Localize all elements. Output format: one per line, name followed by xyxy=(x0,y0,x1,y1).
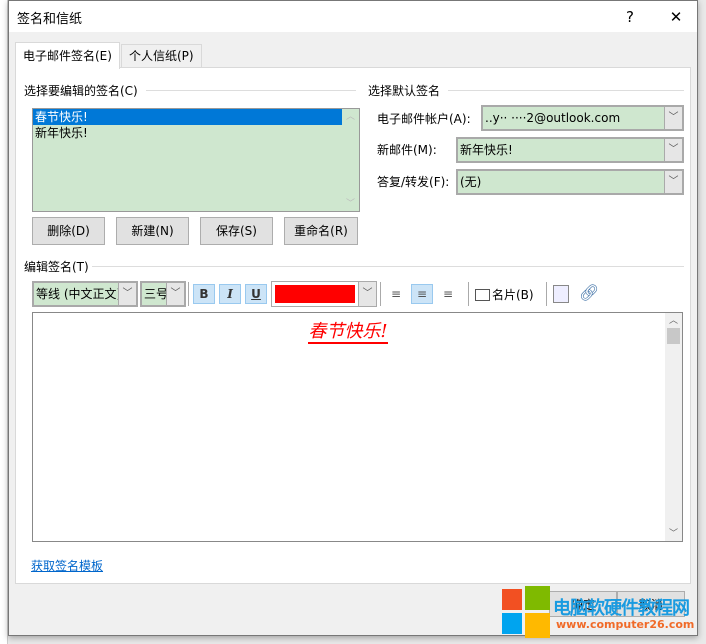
delete-button[interactable]: 删除(D) xyxy=(32,217,105,245)
font-value: 等线 (中文正文) xyxy=(36,287,122,301)
size-select[interactable]: 三号 ﹀ xyxy=(140,281,186,307)
insert-picture-icon[interactable] xyxy=(553,285,569,303)
dialog-title: 签名和信纸 xyxy=(17,12,83,27)
tab-personal-stationery[interactable]: 个人信纸(P) xyxy=(121,44,202,68)
chevron-down-icon: ﹀ xyxy=(664,139,682,161)
watermark-text: 电脑软硬件教程网 xyxy=(553,598,690,619)
new-message-label: 新邮件(M): xyxy=(377,143,437,157)
list-scrollbar[interactable]: ︿ ﹀ xyxy=(342,109,359,211)
list-item[interactable]: 春节快乐! xyxy=(33,109,342,125)
edit-signature-label: 编辑签名(T) xyxy=(24,260,89,274)
business-card-button[interactable]: 名片(B) xyxy=(475,286,534,303)
align-right-icon[interactable]: ≡ xyxy=(437,284,459,304)
reply-label: 答复/转发(F): xyxy=(377,175,450,189)
close-button[interactable]: ✕ xyxy=(661,5,691,29)
bold-button[interactable]: B xyxy=(193,284,215,304)
help-button[interactable]: ? xyxy=(615,5,645,29)
rename-button[interactable]: 重命名(R) xyxy=(284,217,358,245)
signature-content: 春节快乐! xyxy=(308,321,388,344)
new-button[interactable]: 新建(N) xyxy=(116,217,189,245)
business-card-icon xyxy=(475,289,490,301)
signatures-dialog: 签名和信纸 ? ✕ 电子邮件签名(E) 个人信纸(P) 选择要编辑的签名(C) … xyxy=(8,0,698,636)
chevron-down-icon: ﹀ xyxy=(664,107,682,129)
editor-scrollbar[interactable]: ︿ ﹀ xyxy=(665,313,682,541)
font-color-select[interactable]: ﹀ xyxy=(271,281,377,307)
watermark-url: www.computer26.com xyxy=(556,618,695,631)
align-left-icon[interactable]: ≡ xyxy=(385,284,407,304)
underline-button[interactable]: U xyxy=(245,284,267,304)
list-item[interactable]: 新年快乐! xyxy=(33,125,342,141)
signature-editor[interactable]: 春节快乐! ︿ ﹀ xyxy=(32,312,683,542)
business-card-label: 名片(B) xyxy=(492,288,534,302)
chevron-down-icon: ﹀ xyxy=(118,283,136,305)
font-select[interactable]: 等线 (中文正文) ﹀ xyxy=(32,281,138,307)
hyperlink-icon[interactable]: 🔗︎ xyxy=(579,283,599,302)
save-button[interactable]: 保存(S) xyxy=(200,217,273,245)
reply-select[interactable]: (无) ﹀ xyxy=(456,169,684,195)
chevron-down-icon: ﹀ xyxy=(358,282,376,306)
get-templates-link[interactable]: 获取签名模板 xyxy=(31,557,103,574)
account-select[interactable]: ..y·· ····2@outlook.com ﹀ xyxy=(481,105,684,131)
windows-logo-watermark xyxy=(502,586,552,638)
size-value: 三号 xyxy=(144,287,169,301)
chevron-down-icon: ﹀ xyxy=(166,283,184,305)
select-signature-label: 选择要编辑的签名(C) xyxy=(24,84,138,98)
italic-button[interactable]: I xyxy=(219,284,241,304)
new-message-value: 新年快乐! xyxy=(460,143,513,157)
account-value: ..y·· ····2@outlook.com xyxy=(485,111,621,125)
title-bar: 签名和信纸 ? ✕ xyxy=(9,1,697,32)
chevron-down-icon: ﹀ xyxy=(664,171,682,193)
tab-panel: 选择要编辑的签名(C) 春节快乐! 新年快乐! ︿ ﹀ 删除(D) 新建(N) 保… xyxy=(15,67,691,584)
new-message-select[interactable]: 新年快乐! ﹀ xyxy=(456,137,684,163)
account-label: 电子邮件帐户(A): xyxy=(377,112,471,126)
reply-value: (无) xyxy=(460,175,482,189)
signature-list[interactable]: 春节快乐! 新年快乐! ︿ ﹀ xyxy=(32,108,360,212)
tab-email-signature[interactable]: 电子邮件签名(E) xyxy=(15,42,120,69)
default-signature-label: 选择默认签名 xyxy=(368,84,441,98)
background-app xyxy=(0,0,8,644)
color-swatch xyxy=(275,285,355,303)
align-center-icon[interactable]: ≡ xyxy=(411,284,433,304)
